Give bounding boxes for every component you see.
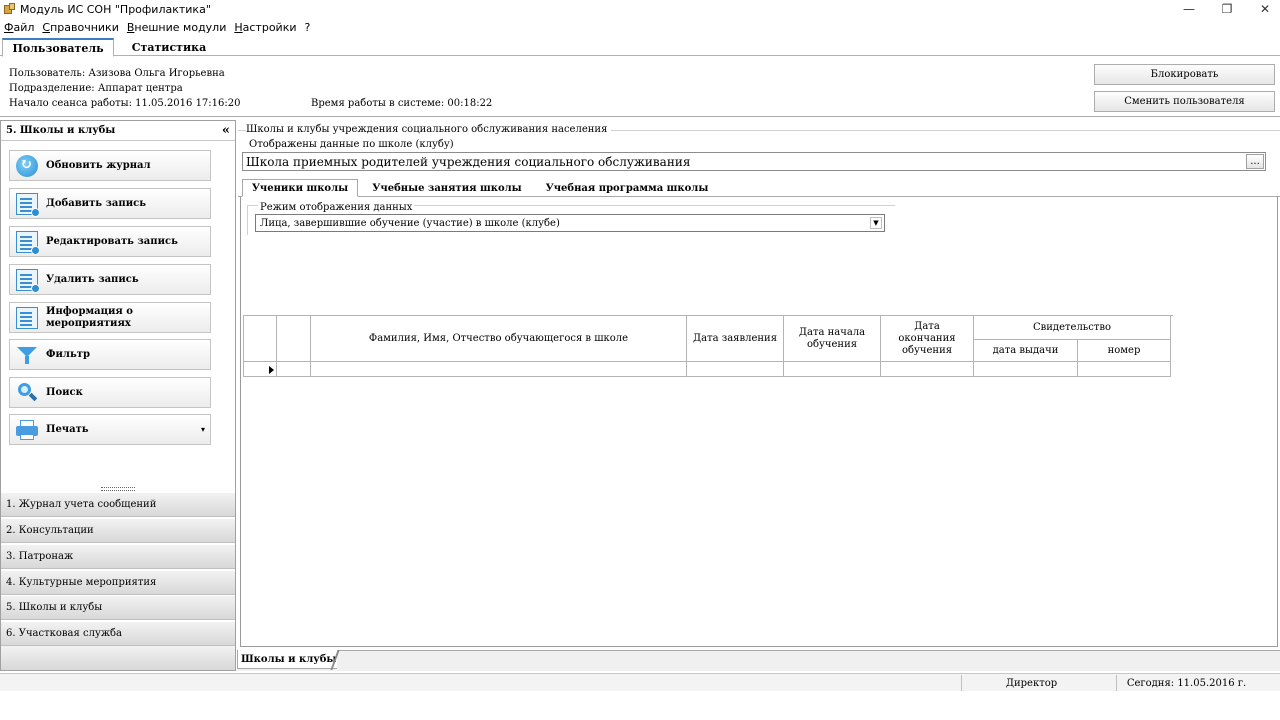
close-button[interactable]: ✕: [1246, 0, 1280, 18]
menu-external-modules[interactable]: Внешние модули: [127, 21, 227, 34]
refresh-journal-label: Обновить журнал: [46, 159, 151, 171]
grid-header-start-date[interactable]: Дата начала обучения: [784, 316, 881, 362]
collapse-icon[interactable]: «: [222, 123, 230, 138]
document-tab-strip: Школы и клубы: [237, 650, 1280, 671]
nav-patronage[interactable]: 3. Патронаж: [1, 544, 235, 569]
menu-settings[interactable]: Настройки: [234, 21, 296, 34]
print-button[interactable]: Печать ▾: [9, 414, 211, 445]
edit-record-label: Редактировать запись: [46, 235, 178, 247]
menu-help[interactable]: ?: [305, 21, 311, 34]
nav-message-journal[interactable]: 1. Журнал учета сообщений: [1, 492, 235, 517]
grid-header-number[interactable]: номер: [1078, 340, 1171, 362]
school-field[interactable]: Школа приемных родителей учреждения соци…: [242, 152, 1266, 171]
grid-cell[interactable]: [1078, 362, 1171, 377]
add-record-button[interactable]: Добавить запись: [9, 188, 211, 219]
nav-district-service[interactable]: 6. Участковая служба: [1, 621, 235, 646]
grid-header-select: [277, 316, 311, 362]
nav-bottom-filler: [1, 646, 235, 670]
session-start-text: Начало сеанса работы: 11.05.2016 17:16:2…: [9, 98, 241, 109]
lock-button[interactable]: Блокировать: [1094, 64, 1275, 85]
display-mode-select[interactable]: Лица, завершившие обучение (участие) в ш…: [255, 214, 885, 232]
print-label: Печать: [46, 423, 89, 435]
info-icon: [16, 306, 38, 329]
events-info-button[interactable]: Информация о мероприятиях: [9, 302, 211, 333]
status-today: Сегодня: 11.05.2016 г.: [1116, 675, 1256, 691]
tab-user[interactable]: Пользователь: [2, 38, 114, 57]
edit-record-button[interactable]: Редактировать запись: [9, 226, 211, 257]
nav-consultations[interactable]: 2. Консультации: [1, 518, 235, 543]
tab-statistics[interactable]: Статистика: [114, 38, 224, 57]
grid-header-certificate: Свидетельство: [974, 316, 1171, 340]
filter-icon: [16, 344, 38, 366]
refresh-journal-button[interactable]: Обновить журнал: [9, 150, 211, 181]
content-area: Фамилия, Имя, Отчество обучающегося в шк…: [240, 197, 1278, 647]
refresh-icon: [16, 154, 38, 177]
print-dropdown-icon[interactable]: ▾: [201, 424, 205, 434]
search-button[interactable]: Поиск: [9, 377, 211, 408]
group-title: Школы и клубы учреждения социального обс…: [246, 124, 612, 135]
user-info-panel: Пользователь: Азизова Ольга Игорьевна По…: [0, 57, 1280, 117]
grid-cell[interactable]: [784, 362, 881, 377]
splitter-grip[interactable]: [101, 487, 135, 491]
grid-cell[interactable]: [881, 362, 974, 377]
tab-schools-clubs-document[interactable]: Школы и клубы: [237, 650, 337, 669]
chevron-down-icon[interactable]: ▼: [870, 217, 882, 229]
search-label: Поиск: [46, 386, 83, 398]
window-title: Модуль ИС СОН "Профилактика": [20, 2, 211, 16]
left-panel-header: 5. Школы и клубы «: [1, 121, 235, 141]
filter-label: Фильтр: [46, 348, 90, 360]
delete-record-button[interactable]: Удалить запись: [9, 264, 211, 295]
school-value: Школа приемных родителей учреждения соци…: [246, 154, 691, 169]
printer-icon: [16, 419, 38, 441]
current-row-arrow-icon: [269, 366, 274, 374]
tab-school-program[interactable]: Учебная программа школы: [538, 179, 716, 197]
grid-header-indicator: [244, 316, 277, 362]
left-panel: 5. Школы и клубы « Обновить журнал Добав…: [0, 120, 236, 671]
edit-record-icon: [16, 230, 40, 255]
grid-cell[interactable]: [974, 362, 1078, 377]
grid-cell[interactable]: [311, 362, 687, 377]
delete-record-label: Удалить запись: [46, 273, 139, 285]
grid-header-end-date[interactable]: Дата окончания обучения: [881, 316, 974, 362]
filter-button[interactable]: Фильтр: [9, 339, 211, 370]
grid-header-issue-date[interactable]: дата выдачи: [974, 340, 1078, 362]
minimize-button[interactable]: —: [1170, 0, 1208, 18]
menu-directories[interactable]: Справочники: [42, 21, 118, 34]
add-record-label: Добавить запись: [46, 197, 147, 209]
tab-school-lessons[interactable]: Учебные занятия школы: [364, 179, 530, 197]
blank-area: [0, 691, 1280, 720]
grid-cell[interactable]: [687, 362, 784, 377]
top-tabs: Пользователь Статистика: [0, 36, 1280, 57]
title-bar: Модуль ИС СОН "Профилактика" — ❐ ✕: [0, 0, 1280, 18]
main-panel: Школы и клубы учреждения социального обс…: [238, 120, 1280, 650]
inner-tabs: Ученики школы Учебные занятия школы Учеб…: [238, 179, 1280, 197]
status-bar: Директор Сегодня: 11.05.2016 г.: [0, 673, 1280, 691]
app-icon: [4, 3, 16, 15]
delete-record-icon: [16, 268, 40, 293]
grid-cell[interactable]: [277, 362, 311, 377]
add-record-icon: [16, 192, 40, 217]
tab-school-students[interactable]: Ученики школы: [242, 179, 358, 197]
school-caption: Отображены данные по школе (клубу): [249, 139, 454, 150]
status-role: Директор: [961, 675, 1101, 691]
school-browse-button[interactable]: ...: [1246, 154, 1264, 169]
department-text: Подразделение: Аппарат центра: [9, 83, 183, 94]
students-grid: Фамилия, Имя, Отчество обучающегося в шк…: [243, 315, 1280, 377]
left-panel-title: 5. Школы и клубы: [6, 125, 116, 136]
display-mode-value: Лица, завершившие обучение (участие) в ш…: [260, 217, 560, 229]
switch-user-button[interactable]: Сменить пользователя: [1094, 91, 1275, 112]
menu-bar: Файл Справочники Внешние модули Настройк…: [0, 18, 1280, 36]
elapsed-time-text: Время работы в системе: 00:18:22: [311, 98, 493, 109]
nav-schools-clubs[interactable]: 5. Школы и клубы: [1, 595, 235, 620]
user-name-text: Пользователь: Азизова Ольга Игорьевна: [9, 68, 225, 79]
maximize-button[interactable]: ❐: [1208, 0, 1246, 18]
search-icon: [16, 382, 38, 404]
display-mode-label: Режим отображения данных: [258, 202, 415, 213]
nav-cultural-events[interactable]: 4. Культурные мероприятия: [1, 570, 235, 595]
events-info-label: Информация о мероприятиях: [46, 305, 133, 329]
grid-header-application-date[interactable]: Дата заявления: [687, 316, 784, 362]
grid-header-name[interactable]: Фамилия, Имя, Отчество обучающегося в шк…: [311, 316, 687, 362]
menu-file[interactable]: Файл: [4, 21, 34, 34]
